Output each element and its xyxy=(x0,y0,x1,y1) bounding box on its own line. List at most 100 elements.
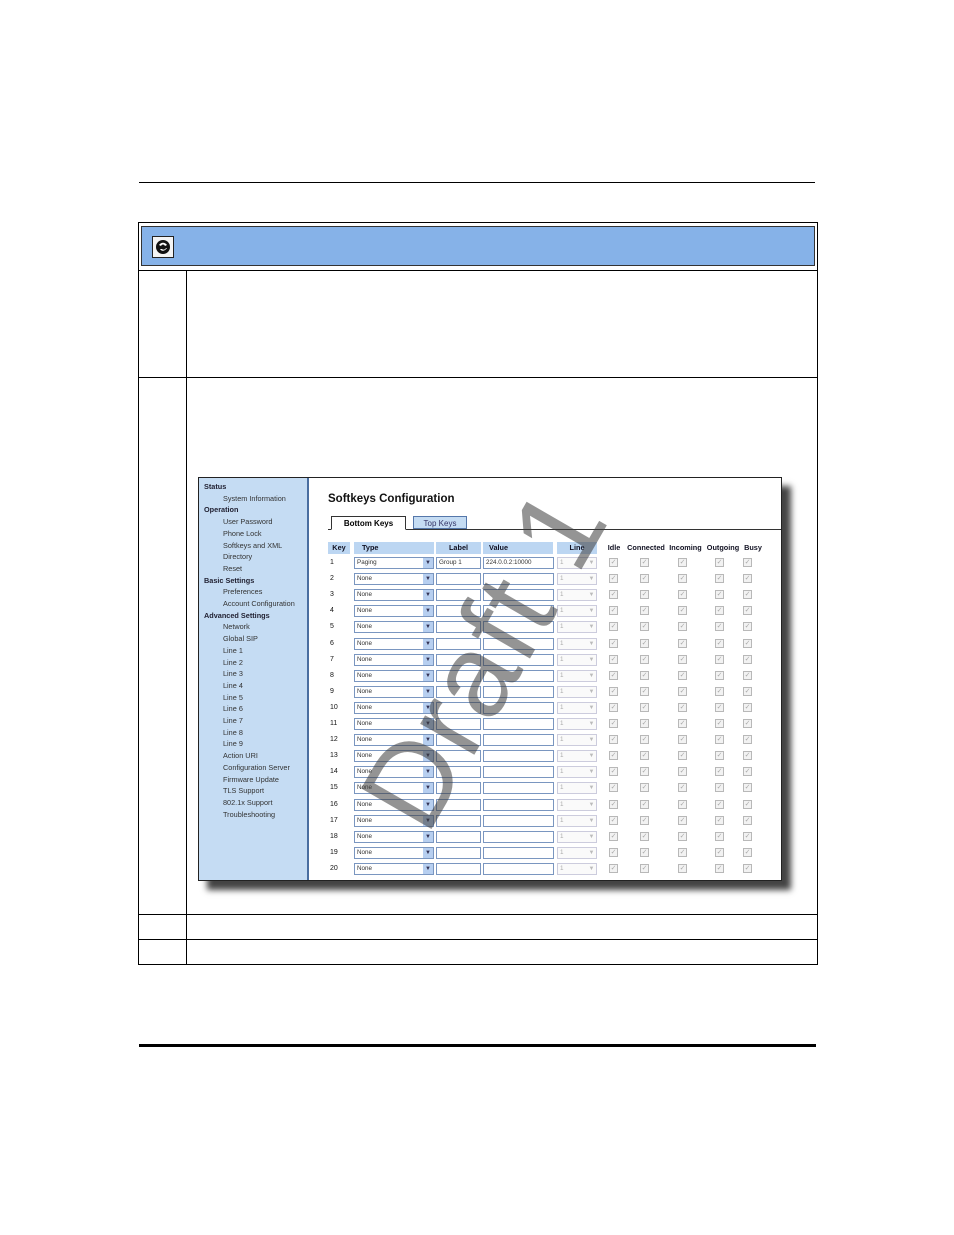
connected-checkbox[interactable]: ✓ xyxy=(640,638,649,648)
line-select[interactable]: 1 ▼ xyxy=(557,718,597,730)
incoming-checkbox[interactable]: ✓ xyxy=(678,670,687,680)
sidebar-item[interactable]: Network xyxy=(223,622,250,631)
incoming-checkbox[interactable]: ✓ xyxy=(678,847,687,857)
busy-checkbox[interactable]: ✓ xyxy=(743,767,752,777)
type-select[interactable]: None ▼ xyxy=(354,846,434,859)
line-select[interactable]: 1 ▼ xyxy=(557,734,597,747)
idle-checkbox[interactable]: ✓ xyxy=(609,622,618,632)
outgoing-checkbox[interactable]: ✓ xyxy=(715,783,724,793)
idle-checkbox[interactable]: ✓ xyxy=(609,590,618,600)
outgoing-checkbox[interactable]: ✓ xyxy=(715,799,724,809)
outgoing-checkbox[interactable]: ✓ xyxy=(715,847,724,857)
line-select[interactable]: 1 ▼ xyxy=(557,846,597,859)
connected-checkbox[interactable]: ✓ xyxy=(640,863,649,873)
idle-checkbox[interactable]: ✓ xyxy=(609,719,618,728)
line-select[interactable]: 1 ▼ xyxy=(557,750,597,763)
sidebar-item[interactable]: Line 4 xyxy=(223,681,243,690)
line-select[interactable]: 1 ▼ xyxy=(557,814,597,827)
incoming-checkbox[interactable]: ✓ xyxy=(678,702,687,712)
value-input[interactable] xyxy=(483,798,554,811)
outgoing-checkbox[interactable]: ✓ xyxy=(715,638,724,648)
idle-checkbox[interactable]: ✓ xyxy=(609,815,618,825)
busy-checkbox[interactable]: ✓ xyxy=(743,686,752,696)
sidebar-item[interactable]: 802.1x Support xyxy=(223,798,273,807)
busy-checkbox[interactable]: ✓ xyxy=(743,638,752,648)
sidebar-item[interactable]: User Password xyxy=(223,517,272,526)
incoming-checkbox[interactable]: ✓ xyxy=(678,831,687,841)
outgoing-checkbox[interactable]: ✓ xyxy=(715,767,724,777)
busy-checkbox[interactable]: ✓ xyxy=(743,590,752,600)
idle-checkbox[interactable]: ✓ xyxy=(609,799,618,809)
label-input[interactable] xyxy=(436,846,481,859)
busy-checkbox[interactable]: ✓ xyxy=(743,702,752,712)
busy-checkbox[interactable]: ✓ xyxy=(743,815,752,825)
value-input[interactable] xyxy=(483,862,554,875)
sidebar-item[interactable]: Line 3 xyxy=(223,669,243,678)
type-select[interactable]: None ▼ xyxy=(354,862,434,875)
sidebar-item[interactable]: Action URI xyxy=(223,751,258,760)
incoming-checkbox[interactable]: ✓ xyxy=(678,767,687,777)
outgoing-checkbox[interactable]: ✓ xyxy=(715,590,724,600)
sidebar-item[interactable]: TLS Support xyxy=(223,786,264,795)
connected-checkbox[interactable]: ✓ xyxy=(640,606,649,616)
busy-checkbox[interactable]: ✓ xyxy=(743,735,752,745)
idle-checkbox[interactable]: ✓ xyxy=(609,638,618,648)
outgoing-checkbox[interactable]: ✓ xyxy=(715,558,724,567)
connected-checkbox[interactable]: ✓ xyxy=(640,847,649,857)
outgoing-checkbox[interactable]: ✓ xyxy=(715,606,724,616)
sidebar-item[interactable]: Troubleshooting xyxy=(223,810,275,819)
busy-checkbox[interactable]: ✓ xyxy=(743,799,752,809)
connected-checkbox[interactable]: ✓ xyxy=(640,686,649,696)
outgoing-checkbox[interactable]: ✓ xyxy=(715,863,724,873)
line-select[interactable]: 1 ▼ xyxy=(557,766,597,779)
busy-checkbox[interactable]: ✓ xyxy=(743,574,752,584)
type-select[interactable]: None ▼ xyxy=(354,605,434,618)
incoming-checkbox[interactable]: ✓ xyxy=(678,863,687,873)
sidebar-item[interactable]: Softkeys and XML xyxy=(223,541,282,550)
connected-checkbox[interactable]: ✓ xyxy=(640,670,649,680)
connected-checkbox[interactable]: ✓ xyxy=(640,654,649,664)
outgoing-checkbox[interactable]: ✓ xyxy=(715,831,724,841)
line-select[interactable]: 1 ▼ xyxy=(557,669,597,682)
incoming-checkbox[interactable]: ✓ xyxy=(678,799,687,809)
sidebar-item[interactable]: System Information xyxy=(223,494,286,503)
sidebar-item[interactable]: Configuration Server xyxy=(223,763,290,772)
tab-top-keys[interactable]: Top Keys xyxy=(413,516,467,529)
sidebar-item[interactable]: Phone Lock xyxy=(223,529,262,538)
line-select[interactable]: 1 ▼ xyxy=(557,701,597,714)
sidebar-item[interactable]: Global SIP xyxy=(223,634,258,643)
incoming-checkbox[interactable]: ✓ xyxy=(678,638,687,648)
type-select[interactable]: None ▼ xyxy=(354,589,434,602)
connected-checkbox[interactable]: ✓ xyxy=(640,783,649,793)
outgoing-checkbox[interactable]: ✓ xyxy=(715,670,724,680)
value-input[interactable] xyxy=(483,830,554,843)
line-select[interactable]: 1 ▼ xyxy=(557,830,597,843)
sidebar-item[interactable]: Line 8 xyxy=(223,728,243,737)
incoming-checkbox[interactable]: ✓ xyxy=(678,735,687,745)
connected-checkbox[interactable]: ✓ xyxy=(640,719,649,728)
sidebar-item[interactable]: Line 5 xyxy=(223,693,243,702)
idle-checkbox[interactable]: ✓ xyxy=(609,654,618,664)
connected-checkbox[interactable]: ✓ xyxy=(640,735,649,745)
type-select[interactable]: None ▼ xyxy=(354,573,434,586)
incoming-checkbox[interactable]: ✓ xyxy=(678,590,687,600)
incoming-checkbox[interactable]: ✓ xyxy=(678,654,687,664)
idle-checkbox[interactable]: ✓ xyxy=(609,783,618,793)
connected-checkbox[interactable]: ✓ xyxy=(640,702,649,712)
outgoing-checkbox[interactable]: ✓ xyxy=(715,686,724,696)
tab-bottom-keys[interactable]: Bottom Keys xyxy=(331,516,406,530)
sidebar-item[interactable]: Line 9 xyxy=(223,739,243,748)
outgoing-checkbox[interactable]: ✓ xyxy=(715,654,724,664)
busy-checkbox[interactable]: ✓ xyxy=(743,847,752,857)
value-input[interactable] xyxy=(483,846,554,859)
sidebar-item[interactable]: Account Configuration xyxy=(223,599,295,608)
idle-checkbox[interactable]: ✓ xyxy=(609,735,618,745)
busy-checkbox[interactable]: ✓ xyxy=(743,558,752,567)
connected-checkbox[interactable]: ✓ xyxy=(640,590,649,600)
outgoing-checkbox[interactable]: ✓ xyxy=(715,735,724,745)
incoming-checkbox[interactable]: ✓ xyxy=(678,783,687,793)
type-select[interactable]: Paging ▼ xyxy=(354,557,434,569)
value-input[interactable] xyxy=(483,814,554,827)
connected-checkbox[interactable]: ✓ xyxy=(640,815,649,825)
busy-checkbox[interactable]: ✓ xyxy=(743,863,752,873)
